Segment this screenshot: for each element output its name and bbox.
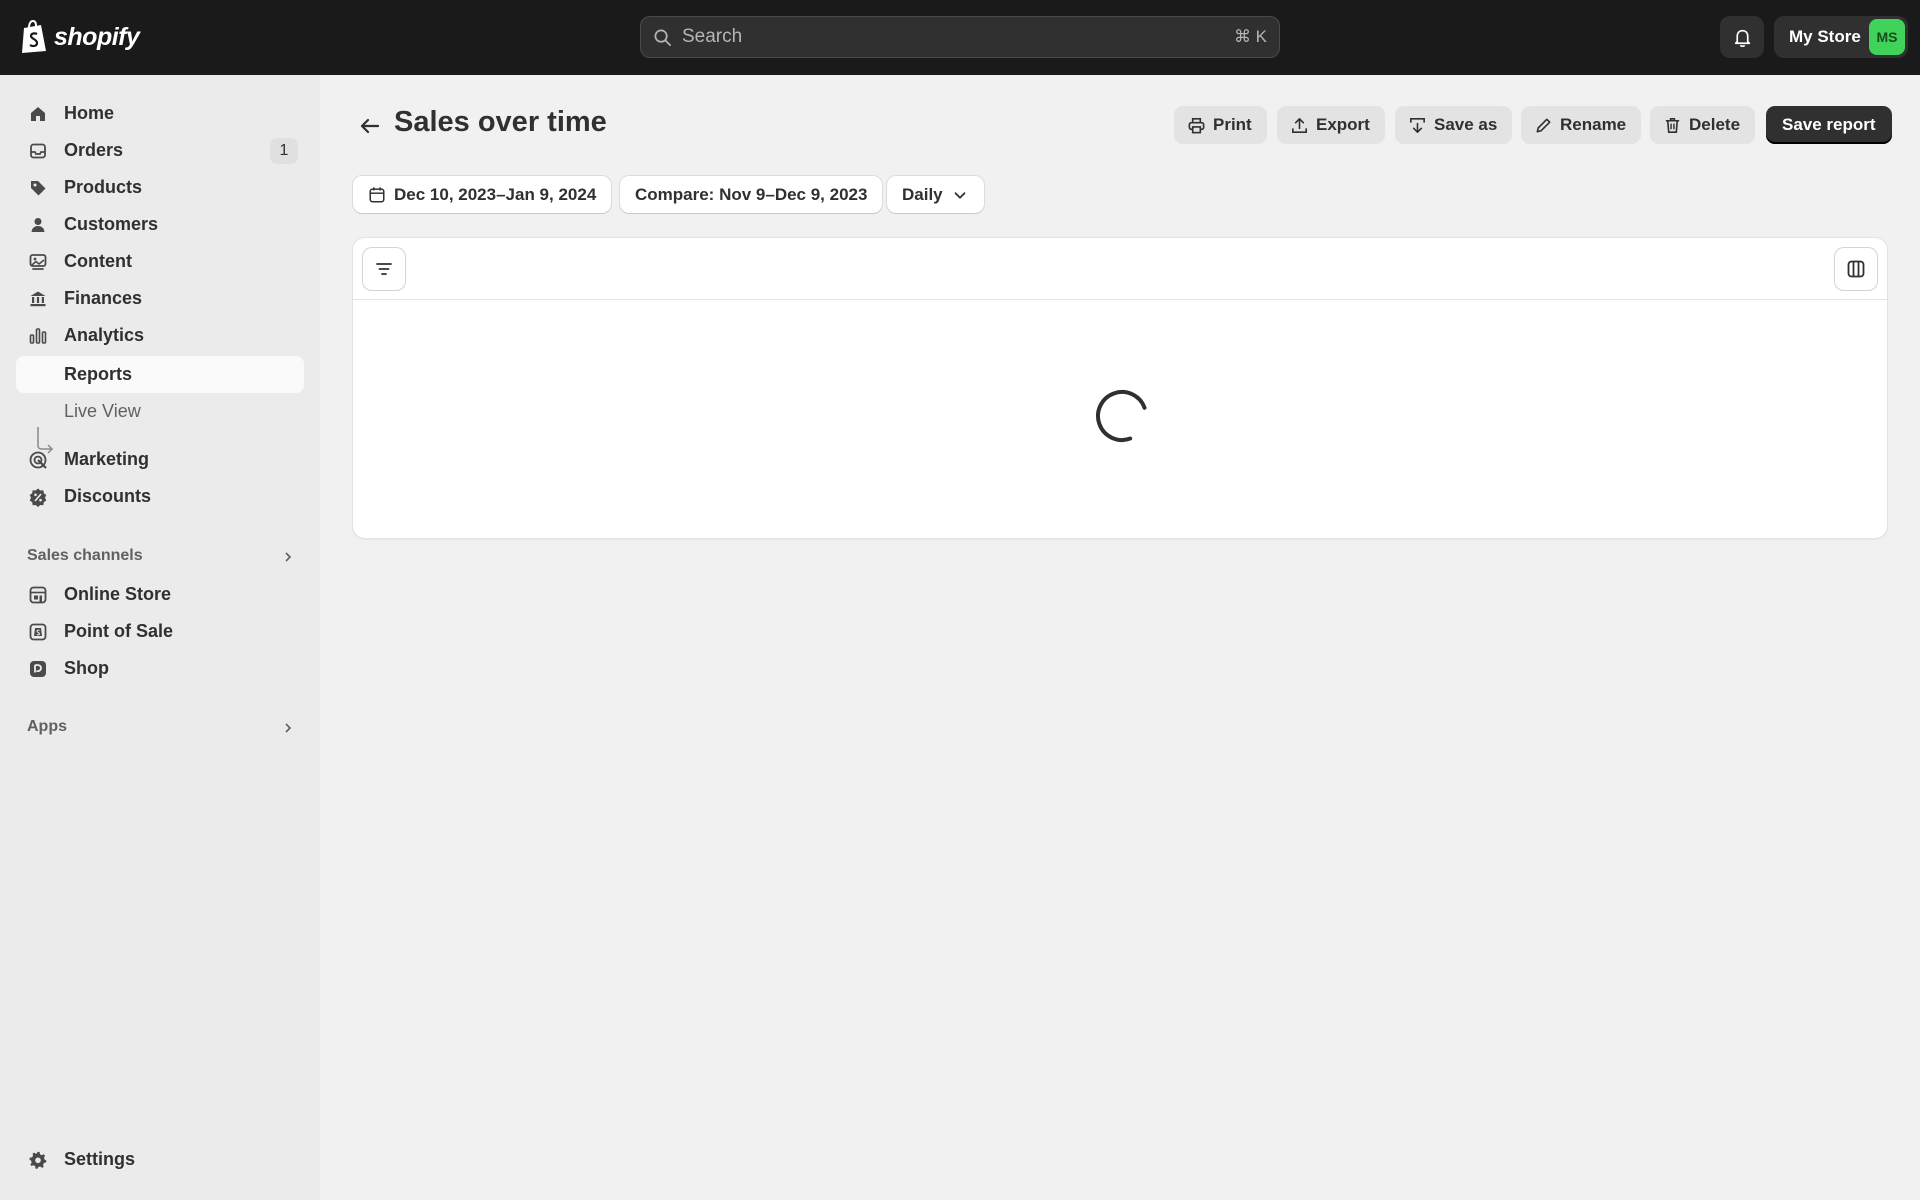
sidebar-item-label: Finances — [64, 288, 143, 308]
compare-label: Compare: Nov 9–Dec 9, 2023 — [635, 184, 868, 204]
search-bar[interactable]: Search ⌘ K — [640, 16, 1280, 58]
print-label: Print — [1213, 115, 1252, 134]
chevron-right-icon[interactable] — [282, 551, 294, 563]
export-button[interactable]: Export — [1277, 106, 1385, 144]
search-shortcut: ⌘ K — [1233, 27, 1267, 46]
shop-icon — [30, 661, 46, 677]
sidebar-item-settings[interactable]: Settings — [16, 1141, 304, 1178]
date-range-picker[interactable]: Dec 10, 2023–Jan 9, 2024 — [353, 176, 612, 213]
sidebar-item-label: Home — [64, 103, 115, 123]
pencil-icon — [1536, 118, 1551, 132]
apps-heading[interactable]: Apps — [27, 718, 67, 736]
sidebar-item-label: Online Store — [64, 584, 172, 604]
chevron-right-icon[interactable] — [282, 722, 294, 734]
loading-spinner-icon — [1096, 390, 1147, 442]
sidebar-item-home[interactable]: Home — [16, 95, 304, 132]
delete-button[interactable]: Delete — [1650, 106, 1756, 144]
save-report-label: Save report — [1782, 115, 1876, 134]
top-bar: shopify Search ⌘ K My Store MS — [0, 0, 1920, 75]
save-report-button[interactable]: Save report — [1766, 106, 1892, 144]
sidebar-item-online-store[interactable]: Online Store — [16, 576, 304, 613]
sidebar-item-discounts[interactable]: Discounts — [16, 478, 304, 515]
compare-picker[interactable]: Compare: Nov 9–Dec 9, 2023 — [620, 176, 883, 213]
trash-icon — [1665, 117, 1680, 133]
save-as-label: Save as — [1434, 115, 1498, 134]
sidebar-item-label: Live View — [64, 401, 141, 421]
filter-button[interactable] — [363, 248, 405, 290]
sales-channels-heading[interactable]: Sales channels — [27, 547, 143, 565]
calendar-icon — [369, 186, 385, 203]
target-icon — [29, 451, 47, 469]
bar-chart-icon — [29, 328, 47, 344]
content-icon — [29, 254, 47, 270]
discount-icon — [29, 488, 47, 507]
sidebar-item-label: Content — [64, 251, 132, 271]
date-range-label: Dec 10, 2023–Jan 9, 2024 — [394, 184, 597, 204]
sidebar-item-label: Products — [64, 177, 143, 197]
notifications-button[interactable] — [1720, 16, 1764, 58]
person-icon — [31, 218, 45, 232]
tag-icon — [31, 181, 46, 196]
save-as-button[interactable]: Save as — [1395, 106, 1513, 144]
sidebar-item-label: Shop — [64, 658, 109, 678]
sidebar-item-point-of-sale[interactable]: Point of Sale — [16, 613, 304, 650]
page-title: Sales over time — [394, 106, 607, 138]
sidebar-item-analytics[interactable]: Analytics — [16, 317, 304, 354]
orders-count-badge: 1 — [270, 138, 298, 164]
granularity-label: Daily — [902, 184, 943, 204]
sidebar: Home Orders 1 Products Customers Content… — [0, 75, 320, 1200]
pos-icon — [29, 623, 47, 641]
filter-icon — [376, 263, 392, 275]
sidebar-item-finances[interactable]: Finances — [16, 280, 304, 317]
delete-label: Delete — [1689, 115, 1741, 134]
columns-button[interactable] — [1835, 248, 1877, 290]
sidebar-item-label: Orders — [64, 140, 124, 160]
sidebar-item-marketing[interactable]: Marketing — [16, 441, 304, 478]
store-icon — [29, 586, 47, 604]
sidebar-item-label: Marketing — [64, 449, 150, 469]
export-icon — [1292, 117, 1307, 133]
sidebar-item-customers[interactable]: Customers — [16, 206, 304, 243]
avatar: MS — [1869, 19, 1905, 55]
report-card-toolbar — [353, 238, 1887, 300]
columns-icon — [1847, 260, 1865, 278]
sidebar-item-products[interactable]: Products — [16, 169, 304, 206]
sidebar-item-label: Discounts — [64, 486, 152, 506]
home-icon — [31, 107, 45, 121]
sidebar-item-label: Reports — [64, 364, 133, 384]
print-button[interactable]: Print — [1174, 106, 1267, 144]
gear-icon — [29, 1151, 47, 1169]
store-menu-button[interactable]: My Store MS — [1774, 16, 1908, 58]
search-icon — [654, 29, 671, 46]
shopify-logo[interactable]: shopify — [20, 20, 140, 54]
shopify-bag-icon — [22, 20, 46, 53]
chevron-down-icon — [954, 191, 966, 199]
sidebar-item-orders[interactable]: Orders 1 — [16, 132, 304, 169]
bell-icon — [1734, 29, 1750, 47]
orders-icon — [30, 143, 46, 159]
granularity-select[interactable]: Daily — [887, 176, 984, 213]
sidebar-item-shop[interactable]: Shop — [16, 650, 304, 687]
back-arrow-icon[interactable] — [356, 112, 384, 140]
sidebar-item-label: Customers — [64, 214, 159, 234]
store-name: My Store — [1789, 27, 1861, 46]
bank-icon — [30, 291, 46, 307]
sidebar-item-content[interactable]: Content — [16, 243, 304, 280]
rename-button[interactable]: Rename — [1521, 106, 1642, 144]
save-as-icon — [1410, 117, 1425, 133]
sidebar-item-label: Analytics — [64, 325, 145, 345]
sidebar-item-live-view[interactable]: Live View — [16, 393, 304, 430]
sidebar-item-label: Point of Sale — [64, 621, 174, 641]
search-placeholder: Search — [682, 26, 743, 47]
export-label: Export — [1316, 115, 1370, 134]
rename-label: Rename — [1560, 115, 1627, 134]
printer-icon — [1188, 117, 1205, 133]
sidebar-item-label: Settings — [64, 1149, 136, 1169]
brand-name: shopify — [54, 22, 140, 51]
sidebar-item-reports[interactable]: Reports — [16, 356, 304, 393]
